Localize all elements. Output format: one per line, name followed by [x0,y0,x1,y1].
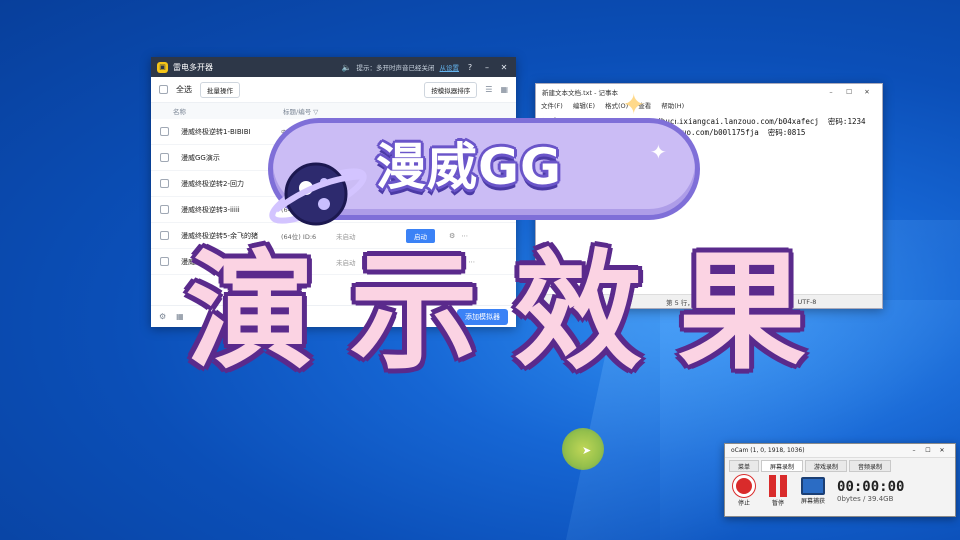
minimize-button[interactable]: – [822,88,840,96]
grid-icon[interactable]: ▦ [176,312,184,321]
tab-screen-record[interactable]: 屏幕录制 [761,460,804,472]
title-char: 演 [186,238,315,387]
ocam-titlebar: oCam (1, 0, 1918, 1036) – ☐ ✕ [725,444,955,458]
title-char: 示 [349,238,478,387]
instance-name: 漫威GG演示 [181,153,220,162]
stop-button[interactable]: 停止 [733,475,755,507]
banner-title: 漫威GG [376,138,563,196]
instance-name: 漫威终极逆转2-回力 [181,179,244,188]
sparkle-icon: ✦ [672,112,684,128]
batch-operation-button[interactable]: 批量操作 [200,81,240,98]
menu-help[interactable]: 帮助(H) [661,100,684,112]
ocam-controls: 停止 暂停 屏幕捕获 00:00:00 0bytes / 39.4GB [725,472,955,510]
ocam-window: oCam (1, 0, 1918, 1036) – ☐ ✕ 菜单 屏幕录制 游戏… [724,443,956,517]
title-char: 果 [677,238,806,387]
tab-menu[interactable]: 菜单 [729,460,760,472]
tab-game-record[interactable]: 游戏录制 [805,460,848,472]
title-char: 效 [513,238,642,387]
select-all-label: 全选 [176,85,192,94]
stop-label: 停止 [737,500,750,507]
row-checkbox[interactable] [160,205,169,214]
row-checkbox[interactable] [160,127,169,136]
speaker-muted-icon: 🔈 [341,62,352,72]
stop-record-icon [733,475,755,497]
manager-title: 雷电多开器 [173,62,213,72]
ocam-readout: 00:00:00 0bytes / 39.4GB [837,479,904,503]
row-checkbox[interactable] [160,179,169,188]
settings-link[interactable]: 从设置 [440,62,460,72]
record-timer: 00:00:00 [837,479,905,495]
tab-audio-record[interactable]: 音频录制 [849,460,892,472]
maximize-button[interactable]: ☐ [840,88,858,96]
notepad-title: 新建文本文档.txt - 记事本 [542,89,618,97]
notepad-menubar: 文件(F) 编辑(E) 格式(O) 查看 帮助(H) [536,100,882,112]
grid-view-icon[interactable]: ▦ [500,85,508,94]
row-checkbox[interactable] [160,153,169,162]
row-checkbox[interactable] [160,257,169,266]
minimize-button[interactable]: – [907,447,921,454]
close-button[interactable]: ✕ [935,447,949,454]
instance-name: 漫威终极逆转3-iiiii [181,205,240,214]
instance-name: 漫威终极逆转1-BIBIBI [181,127,251,136]
monitor-icon [801,477,825,495]
ocam-tabs: 菜单 屏幕录制 游戏录制 音频录制 [725,460,955,472]
close-button[interactable]: ✕ [498,63,510,72]
settings-icon[interactable]: ⚙ [159,312,166,321]
sort-dropdown[interactable]: 按模拟器排序 [424,81,478,98]
close-button[interactable]: ✕ [858,88,876,96]
capture-label: 屏幕捕获 [801,498,826,505]
app-logo-icon: ▣ [157,61,168,73]
mouse-pointer-icon: ➤ [582,444,592,457]
sparkle-icon: ✦ [622,88,646,121]
sound-hint: 提示：多开时声音已经关闭 [356,64,435,72]
pause-button[interactable]: 暂停 [767,475,789,507]
table-header: 名称 标题/编号 ▽ [151,103,516,119]
demo-effect-title: 演 示 效 果 [186,238,806,388]
manager-toolbar: 全选 批量操作 按模拟器排序 ☰ ▦ [151,77,516,103]
notepad-titlebar: 新建文本文档.txt - 记事本 – ☐ ✕ [536,84,882,100]
select-all-checkbox[interactable] [159,85,168,94]
pause-icon [767,475,789,497]
ocam-title: oCam (1, 0, 1918, 1036) [731,447,805,454]
maximize-button[interactable]: ☐ [921,447,935,454]
menu-file[interactable]: 文件(F) [541,100,563,112]
col-name-header: 名称 [173,108,186,116]
title-banner: ✦ ✦ ✦ 漫威GG [268,88,700,226]
file-size: 0bytes / 39.4GB [837,495,894,503]
list-view-icon[interactable]: ☰ [485,85,492,94]
pause-label: 暂停 [771,500,784,507]
screen-capture-button[interactable]: 屏幕捕获 [801,477,825,505]
col-version-header[interactable]: 标题/编号 ▽ [283,106,318,116]
minimize-button[interactable]: – [481,63,493,72]
row-checkbox[interactable] [160,231,169,240]
menu-edit[interactable]: 编辑(E) [573,100,595,112]
manager-titlebar: ▣ 雷电多开器 🔈 提示：多开时声音已经关闭 从设置 ? – ✕ [151,57,516,77]
help-icon[interactable]: ? [464,63,476,72]
planet-icon [269,162,367,226]
